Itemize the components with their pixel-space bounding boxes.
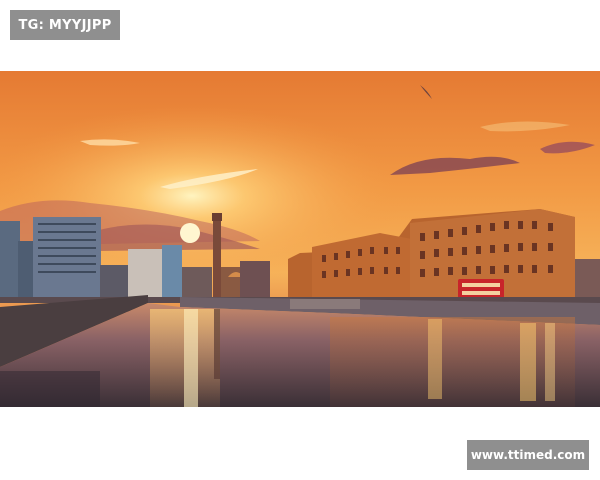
page: TG: MYYJJPP www.ttimed.com [0,0,600,480]
boat [290,299,360,309]
watermark-url-badge: www.ttimed.com [467,440,589,470]
sun [180,223,200,243]
building-mid [240,261,270,299]
watermark-telegram-badge: TG: MYYJJPP [10,10,120,40]
sunset-dock-photo [0,71,600,407]
